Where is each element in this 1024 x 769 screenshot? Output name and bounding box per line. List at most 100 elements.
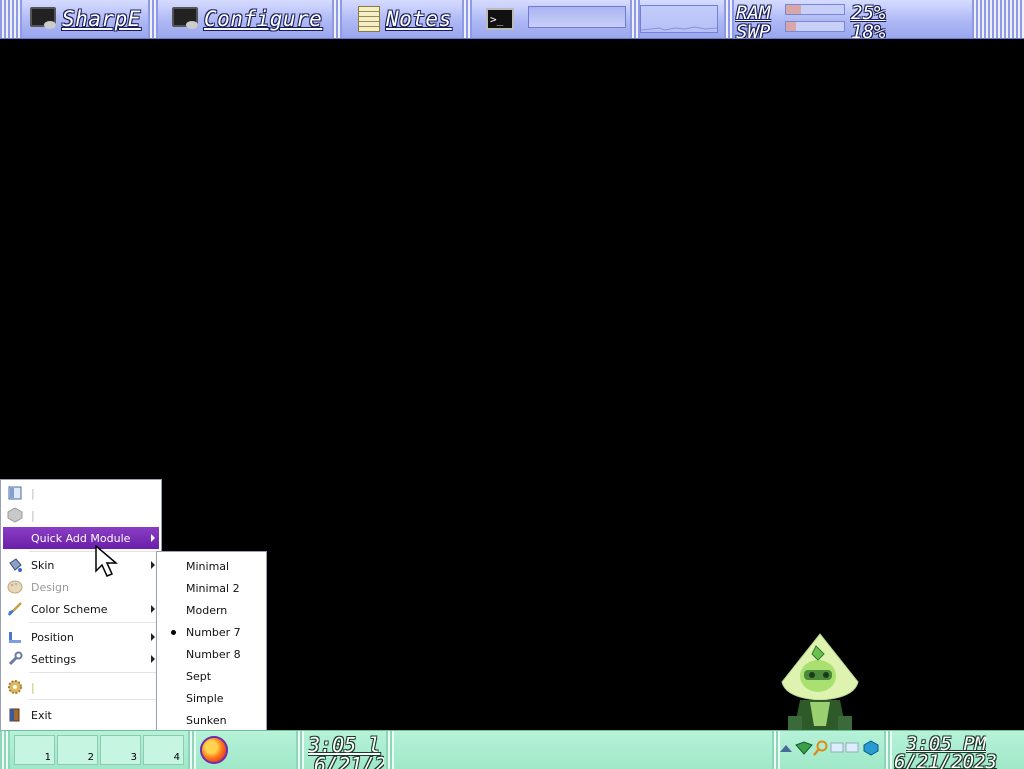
window-icon xyxy=(8,486,22,500)
notes-button[interactable]: Notes xyxy=(358,0,452,38)
skin-option[interactable]: Minimal xyxy=(157,555,266,577)
menu-item-quick-add-module[interactable]: Quick Add Module xyxy=(3,527,159,549)
menu-item-label: Design xyxy=(31,580,69,594)
palette-icon xyxy=(7,580,23,594)
submenu-arrow-icon xyxy=(151,605,155,613)
skin-option-label: Minimal xyxy=(186,560,230,573)
menu-item-gear: | xyxy=(3,676,159,698)
monitor-icon xyxy=(30,7,56,29)
bottombar-separator xyxy=(772,731,780,769)
virtual-desktop-3[interactable]: 3 xyxy=(100,735,141,765)
bottom-taskbar: 1 2 3 4 3:05 l 6/21/2 3:05 PM 6/21/2023 xyxy=(0,730,1024,769)
exit-door-icon xyxy=(9,708,20,722)
bar-context-menu: | | Quick Add Module Skin Design Color S… xyxy=(0,479,162,731)
menu-separator xyxy=(29,551,157,552)
virtual-desktop-1[interactable]: 1 xyxy=(14,735,55,765)
skin-option-label: Minimal 2 xyxy=(186,582,240,595)
firefox-icon[interactable] xyxy=(200,736,228,764)
skin-option-selected[interactable]: Number 7 xyxy=(157,621,266,643)
menu-item-skin[interactable]: Skin xyxy=(3,554,159,576)
menu-item-label: Position xyxy=(31,630,74,644)
ram-percent: 25% xyxy=(851,2,886,24)
tray-cube-icon[interactable] xyxy=(863,740,879,756)
character-mascot xyxy=(781,633,859,730)
tray-search-icon[interactable] xyxy=(813,740,829,756)
position-icon xyxy=(9,632,21,643)
sharpe-button[interactable]: SharpE xyxy=(30,0,141,38)
bottombar-separator xyxy=(386,731,394,769)
configure-button[interactable]: Configure xyxy=(172,0,322,38)
skin-option[interactable]: Sunken xyxy=(157,709,266,731)
mouse-cursor-icon xyxy=(95,545,119,577)
virtual-desktop-2[interactable]: 2 xyxy=(57,735,98,765)
cpu-graph-line xyxy=(640,26,718,31)
cpu-graph xyxy=(640,5,718,33)
menu-item-exit[interactable]: Exit xyxy=(3,704,159,726)
submenu-arrow-icon xyxy=(151,561,155,569)
command-input[interactable] xyxy=(528,6,626,28)
terminal-icon: >_ xyxy=(486,8,514,30)
topbar-separator xyxy=(630,0,640,38)
skin-option[interactable]: Number 8 xyxy=(157,643,266,665)
skin-option[interactable]: Minimal 2 xyxy=(157,577,266,599)
menu-separator xyxy=(29,672,157,673)
paint-bucket-icon xyxy=(9,558,22,572)
skin-submenu: Minimal Minimal 2 Modern Number 7 Number… xyxy=(156,551,267,732)
submenu-arrow-icon xyxy=(151,655,155,663)
submenu-arrow-icon xyxy=(151,633,155,641)
menu-item-settings[interactable]: Settings xyxy=(3,648,159,670)
virtual-desktop-4[interactable]: 4 xyxy=(143,735,184,765)
skin-option[interactable]: Simple xyxy=(157,687,266,709)
tray-shield-icon[interactable] xyxy=(795,741,813,755)
gear-icon xyxy=(8,680,22,694)
terminal-button[interactable]: >_ xyxy=(486,0,514,38)
swp-percent: 18% xyxy=(851,23,886,38)
swp-bar xyxy=(785,21,845,32)
topbar-separator xyxy=(724,0,734,38)
tray-expand-icon[interactable] xyxy=(780,745,792,752)
skin-option[interactable]: Modern xyxy=(157,599,266,621)
topbar-grip-right[interactable] xyxy=(972,0,1024,38)
sharpe-label: SharpE xyxy=(62,7,141,31)
menu-item-color-scheme[interactable]: Color Scheme xyxy=(3,598,159,620)
swp-label-clip: SWP xyxy=(734,23,778,38)
topbar-separator xyxy=(332,0,342,38)
menu-item-label: | xyxy=(31,508,35,522)
menu-separator xyxy=(29,699,157,700)
skin-option[interactable]: Sept xyxy=(157,665,266,687)
menu-separator xyxy=(29,622,157,623)
menu-item-module: | xyxy=(3,504,159,526)
notes-icon xyxy=(358,6,380,32)
clock-left-date: 6/21/2 xyxy=(314,753,384,769)
skin-option-label: Number 8 xyxy=(186,648,241,661)
tray-network-icon[interactable] xyxy=(830,741,860,755)
desktop-number: 4 xyxy=(173,752,180,763)
cube-icon xyxy=(7,507,23,523)
menu-item-label: | xyxy=(31,486,35,500)
swp-percent-clip: 18% xyxy=(849,23,893,38)
topbar-grip[interactable] xyxy=(0,0,22,38)
brush-icon xyxy=(8,602,22,616)
bottombar-grip[interactable] xyxy=(0,731,10,769)
swp-bar-fill xyxy=(786,22,797,31)
desktop-number: 3 xyxy=(130,752,137,763)
top-taskbar: SharpE Configure Notes >_ RAM SWP 25% 18… xyxy=(0,0,1024,39)
bottombar-separator xyxy=(884,731,892,769)
submenu-arrow-icon xyxy=(151,534,155,542)
notes-label: Notes xyxy=(386,7,452,31)
topbar-separator xyxy=(148,0,158,38)
skin-option-label: Simple xyxy=(186,692,224,705)
skin-option-label: Number 7 xyxy=(186,626,241,639)
configure-label: Configure xyxy=(204,7,323,31)
wrench-icon xyxy=(8,651,23,666)
menu-item-position[interactable]: Position xyxy=(3,626,159,648)
swp-label: SWP xyxy=(736,23,771,38)
bottombar-separator xyxy=(296,731,304,769)
menu-item-window: | xyxy=(3,482,159,504)
bullet-icon xyxy=(171,630,176,635)
ram-label: RAM xyxy=(736,2,771,24)
menu-item-design: Design xyxy=(3,576,159,598)
ram-bar xyxy=(785,4,845,15)
monitor-icon xyxy=(172,7,198,29)
ram-bar-fill xyxy=(786,5,801,14)
